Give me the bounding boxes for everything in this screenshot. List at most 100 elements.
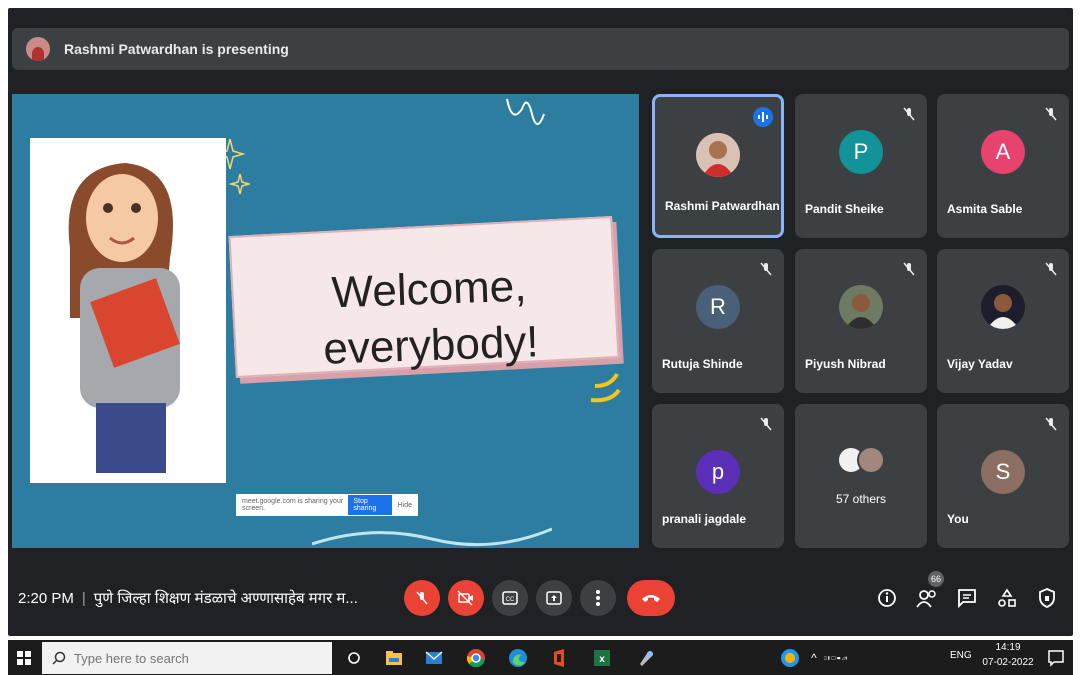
taskbar-app[interactable]: [548, 646, 572, 670]
help-icon: [781, 649, 799, 667]
slide-heading: Welcome, everybody!: [238, 255, 622, 380]
notification-center-button[interactable]: [1044, 646, 1068, 670]
people-button[interactable]: 66: [912, 571, 944, 613]
activities-button[interactable]: [992, 583, 1022, 613]
participant-avatar: A: [981, 130, 1025, 174]
captions-button[interactable]: CC: [492, 580, 528, 616]
mail-icon: [425, 651, 443, 664]
slide-heading-line2: everybody!: [322, 317, 540, 374]
host-controls-button[interactable]: [1032, 583, 1062, 613]
windows-logo-icon: [17, 651, 31, 665]
others-tile[interactable]: 57 others: [795, 404, 927, 548]
captions-icon: CC: [502, 591, 518, 605]
people-count-badge: 66: [928, 571, 944, 587]
chat-icon: [958, 589, 976, 608]
excel-icon: x: [594, 650, 610, 666]
mic-off-icon: [1045, 107, 1057, 121]
notification-icon: [1048, 650, 1064, 667]
meeting-time: 2:20 PM: [18, 590, 74, 607]
mic-off-icon: [416, 591, 428, 605]
participant-name: Piyush Nibrad: [805, 357, 886, 371]
presenting-banner: Rashmi Patwardhan is presenting: [12, 28, 1069, 70]
more-vert-icon: [596, 590, 600, 606]
clock-time: 14:19: [995, 642, 1021, 653]
activities-icon: [998, 588, 1016, 607]
meeting-details-button[interactable]: [872, 583, 902, 613]
start-button[interactable]: [12, 646, 36, 670]
taskbar-app[interactable]: x: [590, 646, 614, 670]
participant-tile[interactable]: p pranali jagdale: [652, 404, 784, 548]
participant-photo: [839, 285, 883, 329]
participant-avatar: S: [981, 450, 1025, 494]
present-button[interactable]: [536, 580, 572, 616]
participant-name: Pandit Sheike: [805, 202, 884, 216]
system-tray-app[interactable]: [778, 646, 802, 670]
taskbar-app[interactable]: [506, 646, 530, 670]
info-icon: [878, 589, 896, 607]
edge-icon: [509, 649, 527, 667]
mic-toggle-button[interactable]: [404, 580, 440, 616]
share-notice-text: meet.google.com is sharing your screen.: [242, 498, 344, 512]
search-icon: [52, 651, 66, 665]
participant-tile[interactable]: Piyush Nibrad: [795, 249, 927, 393]
meeting-info: 2:20 PM | पुणे जिल्हा शिक्षण मंडळाचे अण्णा…: [18, 590, 358, 607]
mic-off-icon: [903, 107, 915, 121]
search-input[interactable]: [72, 649, 316, 667]
mic-off-icon: [760, 262, 772, 276]
mic-off-icon: [760, 417, 772, 431]
tray-chevron-up-icon[interactable]: ^: [802, 646, 826, 670]
shield-icon: [1039, 588, 1055, 608]
participant-avatar: p: [696, 450, 740, 494]
participant-tile[interactable]: P Pandit Sheike: [795, 94, 927, 238]
others-avatar: [857, 446, 885, 474]
input-language[interactable]: ENG: [950, 650, 972, 661]
leave-call-button[interactable]: [627, 580, 675, 616]
svg-text:CC: CC: [506, 597, 515, 603]
stop-sharing-button[interactable]: Stop sharing: [348, 495, 392, 515]
tray-icons[interactable]: [824, 646, 848, 670]
participant-name: Rutuja Shinde: [662, 357, 743, 371]
participant-tile[interactable]: Rashmi Patwardhan: [652, 94, 784, 238]
participant-name: Vijay Yadav: [947, 357, 1013, 371]
participant-tile[interactable]: A Asmita Sable: [937, 94, 1069, 238]
participant-photo: [981, 285, 1025, 329]
svg-text:x: x: [599, 654, 605, 665]
participant-avatar: P: [839, 130, 883, 174]
taskbar-app[interactable]: [382, 646, 406, 670]
clock-date: 07-02-2022: [982, 657, 1034, 668]
speaking-indicator-icon: [753, 107, 773, 127]
taskbar-clock[interactable]: 14:19 07-02-2022: [978, 642, 1038, 668]
file-explorer-icon: [386, 651, 402, 665]
camera-toggle-button[interactable]: [448, 580, 484, 616]
wave-decoration: [312, 527, 552, 547]
participant-tile[interactable]: R Rutuja Shinde: [652, 249, 784, 393]
participant-name: Asmita Sable: [947, 202, 1023, 216]
task-view-icon: [348, 652, 360, 664]
participant-tile[interactable]: Vijay Yadav: [937, 249, 1069, 393]
task-view-button[interactable]: [342, 646, 366, 670]
people-icon: [916, 590, 936, 608]
app-icon: [640, 651, 653, 666]
taskbar-app[interactable]: [634, 646, 658, 670]
taskbar-app[interactable]: [422, 646, 446, 670]
presenter-avatar: [26, 37, 50, 61]
present-icon: [546, 591, 562, 605]
chat-button[interactable]: [952, 583, 982, 613]
office-icon: [554, 649, 564, 667]
hang-up-icon: [642, 595, 660, 602]
windows-taskbar: x ^ ENG 14:19 07-02-2022: [8, 640, 1073, 675]
participant-photo: [696, 133, 740, 177]
tray-status-icons: [824, 656, 847, 660]
more-options-button[interactable]: [580, 580, 616, 616]
participant-tile-self[interactable]: S You: [937, 404, 1069, 548]
taskbar-search[interactable]: [42, 642, 332, 674]
participant-avatar: R: [696, 285, 740, 329]
hide-button[interactable]: Hide: [392, 502, 418, 509]
others-count: 57 others: [835, 492, 887, 506]
mic-off-icon: [1045, 417, 1057, 431]
meeting-toolbar: 2:20 PM | पुणे जिल्हा शिक्षण मंडळाचे अण्णा…: [8, 570, 1073, 628]
teacher-illustration: [30, 138, 226, 483]
participant-name: Rashmi Patwardhan: [665, 199, 780, 213]
taskbar-app[interactable]: [464, 646, 488, 670]
participant-name: pranali jagdale: [662, 512, 747, 526]
